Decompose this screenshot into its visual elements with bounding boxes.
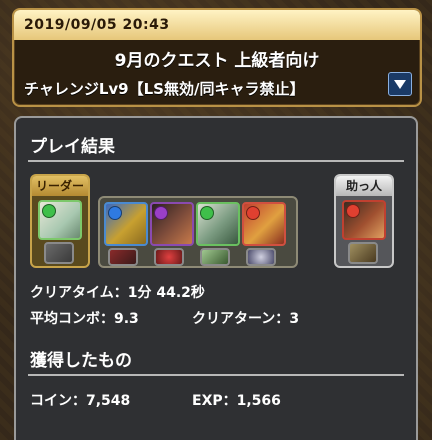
fire-attribute-icon (346, 204, 360, 218)
clear-turns-row: クリアターン：3 (192, 308, 299, 328)
dark-attribute-icon (154, 206, 168, 220)
quest-title: 9月のクエスト 上級者向け (114, 51, 320, 71)
leader-label: リーダー (32, 176, 88, 196)
sub-assist-2-icon[interactable] (154, 248, 184, 266)
sub-monster-2-icon[interactable] (150, 202, 194, 246)
coin-label: コイン： (30, 393, 86, 409)
divider (28, 374, 404, 376)
dropdown-arrow-icon[interactable] (388, 72, 412, 96)
exp-label: EXP： (192, 393, 237, 409)
result-panel: プレイ結果 リーダー 助っ人 クリアタイム：1分 44.2秒 平均コンボ：9.3… (14, 116, 418, 440)
helper-assist-icon[interactable] (348, 242, 378, 264)
clear-turns-value: 3 (289, 311, 300, 327)
divider (28, 160, 404, 162)
fire-attribute-icon (246, 206, 260, 220)
leader-assist-icon[interactable] (44, 242, 74, 264)
helper-monster-icon[interactable] (342, 200, 386, 240)
sub-assist-1-icon[interactable] (108, 248, 138, 266)
water-attribute-icon (108, 206, 122, 220)
clear-turns-label: クリアターン： (192, 311, 290, 327)
sub-members-slot (98, 196, 298, 268)
wood-attribute-icon (42, 204, 56, 218)
quest-banner[interactable]: 2019/09/05 20:43 9月のクエスト 上級者向け チャレンジLv9【… (12, 8, 422, 107)
clear-time-value: 1分 44.2秒 (127, 285, 205, 301)
clear-time-label: クリアタイム： (30, 285, 128, 301)
rewards-title: 獲得したもの (30, 351, 132, 371)
avg-combo-label: 平均コンボ： (30, 311, 114, 327)
exp-row: EXP：1,566 (192, 390, 281, 410)
helper-label: 助っ人 (336, 176, 392, 196)
quest-date: 2019/09/05 20:43 (14, 10, 420, 40)
clear-time-row: クリアタイム：1分 44.2秒 (30, 282, 205, 302)
avg-combo-value: 9.3 (114, 311, 139, 327)
sub-assist-4-icon[interactable] (246, 248, 276, 266)
exp-value: 1,566 (236, 393, 281, 409)
coin-row: コイン：7,548 (30, 390, 130, 410)
sub-monster-4-icon[interactable] (242, 202, 286, 246)
sub-assist-3-icon[interactable] (200, 248, 230, 266)
quest-subtitle: チャレンジLv9【LS無効/同キャラ禁止】 (24, 80, 305, 98)
play-result-title: プレイ結果 (30, 137, 115, 157)
leader-slot[interactable]: リーダー (30, 174, 90, 268)
sub-monster-1-icon[interactable] (104, 202, 148, 246)
coin-value: 7,548 (86, 393, 131, 409)
avg-combo-row: 平均コンボ：9.3 (30, 308, 139, 328)
wood-attribute-icon (200, 206, 214, 220)
sub-monster-3-icon[interactable] (196, 202, 240, 246)
leader-monster-icon[interactable] (38, 200, 82, 240)
helper-slot[interactable]: 助っ人 (334, 174, 394, 268)
